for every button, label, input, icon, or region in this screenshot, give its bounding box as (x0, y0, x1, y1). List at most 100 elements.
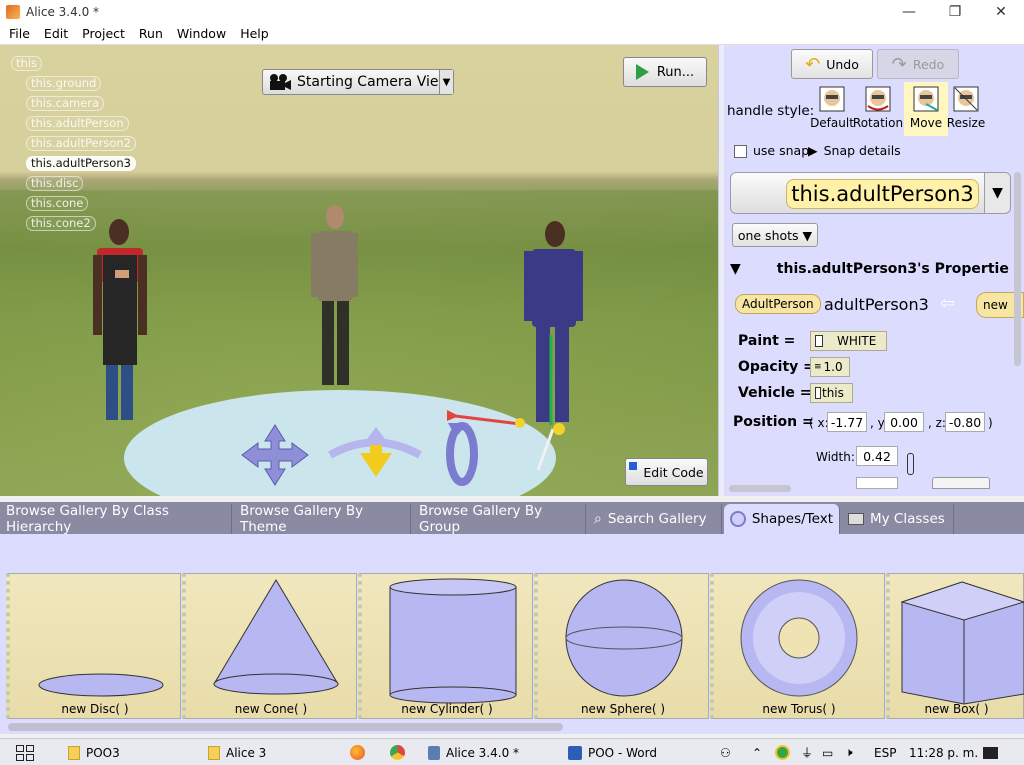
notifications-icon[interactable] (983, 739, 998, 765)
tab-shapes-text[interactable]: Shapes/Text (724, 504, 840, 534)
adult-person-1[interactable] (93, 219, 147, 420)
task-view-icon[interactable] (16, 739, 34, 765)
paint-value-label: WHITE (837, 334, 877, 348)
horizontal-scrollbar[interactable] (729, 485, 791, 492)
handle-default-label: Default (810, 116, 854, 130)
tree-item-ground[interactable]: this.ground (26, 76, 102, 91)
snap-details-label: Snap details (823, 143, 901, 158)
camera-view-label: Starting Camera View (297, 74, 450, 90)
language-indicator[interactable]: ESP (874, 739, 896, 765)
tray-app-icon[interactable] (775, 739, 790, 765)
menu-window[interactable]: Window (172, 26, 231, 41)
scene-graphics (93, 205, 583, 496)
scene-viewport[interactable]: this this.ground this.camera this.adultP… (0, 45, 718, 496)
taskbar-item-poo3[interactable]: POO3 (68, 739, 120, 765)
taskbar-item-word[interactable]: POO - Word (568, 739, 657, 765)
menu-help[interactable]: Help (235, 26, 274, 41)
height-field[interactable] (856, 477, 898, 489)
gallery-item-disc[interactable]: new Disc( ) (6, 573, 181, 719)
paint-value[interactable]: WHITE (810, 331, 887, 351)
people-icon[interactable]: ⚇ (720, 739, 731, 765)
width-field[interactable]: 0.42 (856, 446, 898, 466)
usb-icon[interactable]: ⏚ (801, 739, 813, 765)
tab-my-classes[interactable]: My Classes (842, 504, 954, 534)
handle-style-label: handle style: (727, 103, 815, 119)
gallery-item-box[interactable]: new Box( ) (886, 573, 1024, 719)
tab-search-gallery[interactable]: ⌕ Search Gallery (588, 504, 722, 534)
selected-object-select[interactable]: this.adultPerson3 ▼ (730, 172, 1011, 214)
opacity-label: Opacity = (738, 359, 815, 375)
tree-item-cone[interactable]: this.cone (26, 196, 89, 211)
handle-resize-button[interactable]: Resize (944, 82, 988, 136)
gallery-item-torus[interactable]: new Torus( ) (710, 573, 885, 719)
taskbar-item-alice3-label: Alice 3 (226, 745, 267, 760)
chrome-icon[interactable] (390, 739, 405, 765)
shapes-icon (730, 511, 746, 527)
menu-file[interactable]: File (4, 26, 35, 41)
undo-button[interactable]: ↶ Undo (791, 49, 873, 79)
use-snap-checkbox[interactable] (734, 145, 747, 158)
handle-rotation-button[interactable]: Rotation (853, 82, 903, 136)
firefox-icon[interactable] (350, 739, 365, 765)
tree-item-adultperson2[interactable]: this.adultPerson2 (26, 136, 136, 151)
class-tile[interactable]: AdultPerson (735, 294, 821, 314)
taskbar-item-alice-app[interactable]: Alice 3.4.0 * (428, 739, 519, 765)
tab-theme[interactable]: Browse Gallery By Theme (234, 503, 411, 535)
properties-section-header[interactable]: ▼ this.adultPerson3's Propertie (730, 258, 1024, 280)
gallery-item-cone[interactable]: new Cone( ) (182, 573, 357, 719)
search-icon: ⌕ (594, 511, 602, 527)
position-x-field[interactable]: -1.77 (827, 412, 867, 432)
opacity-icon: ≡ (814, 362, 822, 372)
taskbar-item-alice3[interactable]: Alice 3 (208, 739, 266, 765)
tree-item-camera[interactable]: this.camera (26, 96, 105, 111)
handle-move-button[interactable]: Move (904, 82, 948, 136)
menu-project[interactable]: Project (77, 26, 130, 41)
handle-default-button[interactable]: Default (810, 82, 854, 136)
position-y-field[interactable]: 0.00 (884, 412, 924, 432)
vehicle-label: Vehicle = (738, 385, 812, 401)
tree-item-adultperson3[interactable]: this.adultPerson3 (26, 156, 136, 171)
arrow-left-icon: ⇦ (940, 293, 956, 314)
snap-details-toggle[interactable]: ▶ Snap details (808, 143, 901, 158)
folder-icon (208, 745, 220, 760)
menu-edit[interactable]: Edit (39, 26, 73, 41)
maximize-button[interactable]: ❐ (932, 0, 978, 23)
edit-code-button[interactable]: Edit Code (625, 458, 708, 486)
chevron-up-icon[interactable]: ⌃ (752, 739, 762, 765)
gallery-horizontal-scrollbar[interactable] (8, 723, 563, 731)
use-snap-label: use snap (753, 143, 810, 158)
gallery-item-sphere[interactable]: new Sphere( ) (534, 573, 709, 719)
minimize-button[interactable]: — (886, 0, 932, 23)
position-z-field[interactable]: -0.80 (945, 412, 985, 432)
edit-code-label: Edit Code (643, 464, 704, 480)
one-shots-button[interactable]: one shots ▼ (732, 223, 818, 247)
vehicle-value[interactable]: this (810, 383, 853, 403)
volume-icon[interactable]: 🕨 (845, 739, 853, 765)
tree-item-cone2[interactable]: this.cone2 (26, 216, 96, 231)
camera-view-select[interactable]: Starting Camera View ▼ (262, 69, 454, 95)
gallery-item-torus-label: new Torus( ) (762, 702, 836, 716)
run-button[interactable]: Run... (623, 57, 707, 87)
vertical-scrollbar[interactable] (1014, 172, 1021, 366)
tree-item-this[interactable]: this (11, 56, 42, 71)
tab-class-hierarchy[interactable]: Browse Gallery By Class Hierarchy (0, 503, 232, 535)
tab-group[interactable]: Browse Gallery By Group (413, 503, 586, 535)
network-icon[interactable]: ▭ (822, 739, 833, 765)
default-handle-icon (819, 86, 845, 112)
adult-person-2[interactable] (311, 205, 358, 385)
width-label: Width: (816, 450, 855, 464)
tree-item-disc[interactable]: this.disc (26, 176, 84, 191)
window-title: Alice 3.4.0 * (26, 4, 100, 19)
gallery-item-cylinder[interactable]: new Cylinder( ) (358, 573, 533, 719)
reset-size-button[interactable] (932, 477, 990, 489)
opacity-value[interactable]: ≡ 1.0 (810, 357, 850, 377)
expand-arrow-icon: ▶ (808, 143, 818, 158)
undo-label: Undo (826, 56, 859, 72)
close-button[interactable]: ✕ (978, 0, 1024, 23)
tree-item-adultperson[interactable]: this.adultPerson (26, 116, 129, 131)
menu-run[interactable]: Run (134, 26, 168, 41)
windows-taskbar: POO3 Alice 3 Alice 3.4.0 * POO - Word ⚇ … (0, 738, 1024, 765)
clock[interactable]: 11:28 p. m. (909, 739, 978, 765)
rotation-handle-icon (865, 86, 891, 112)
redo-button[interactable]: ↷ Redo (877, 49, 959, 79)
